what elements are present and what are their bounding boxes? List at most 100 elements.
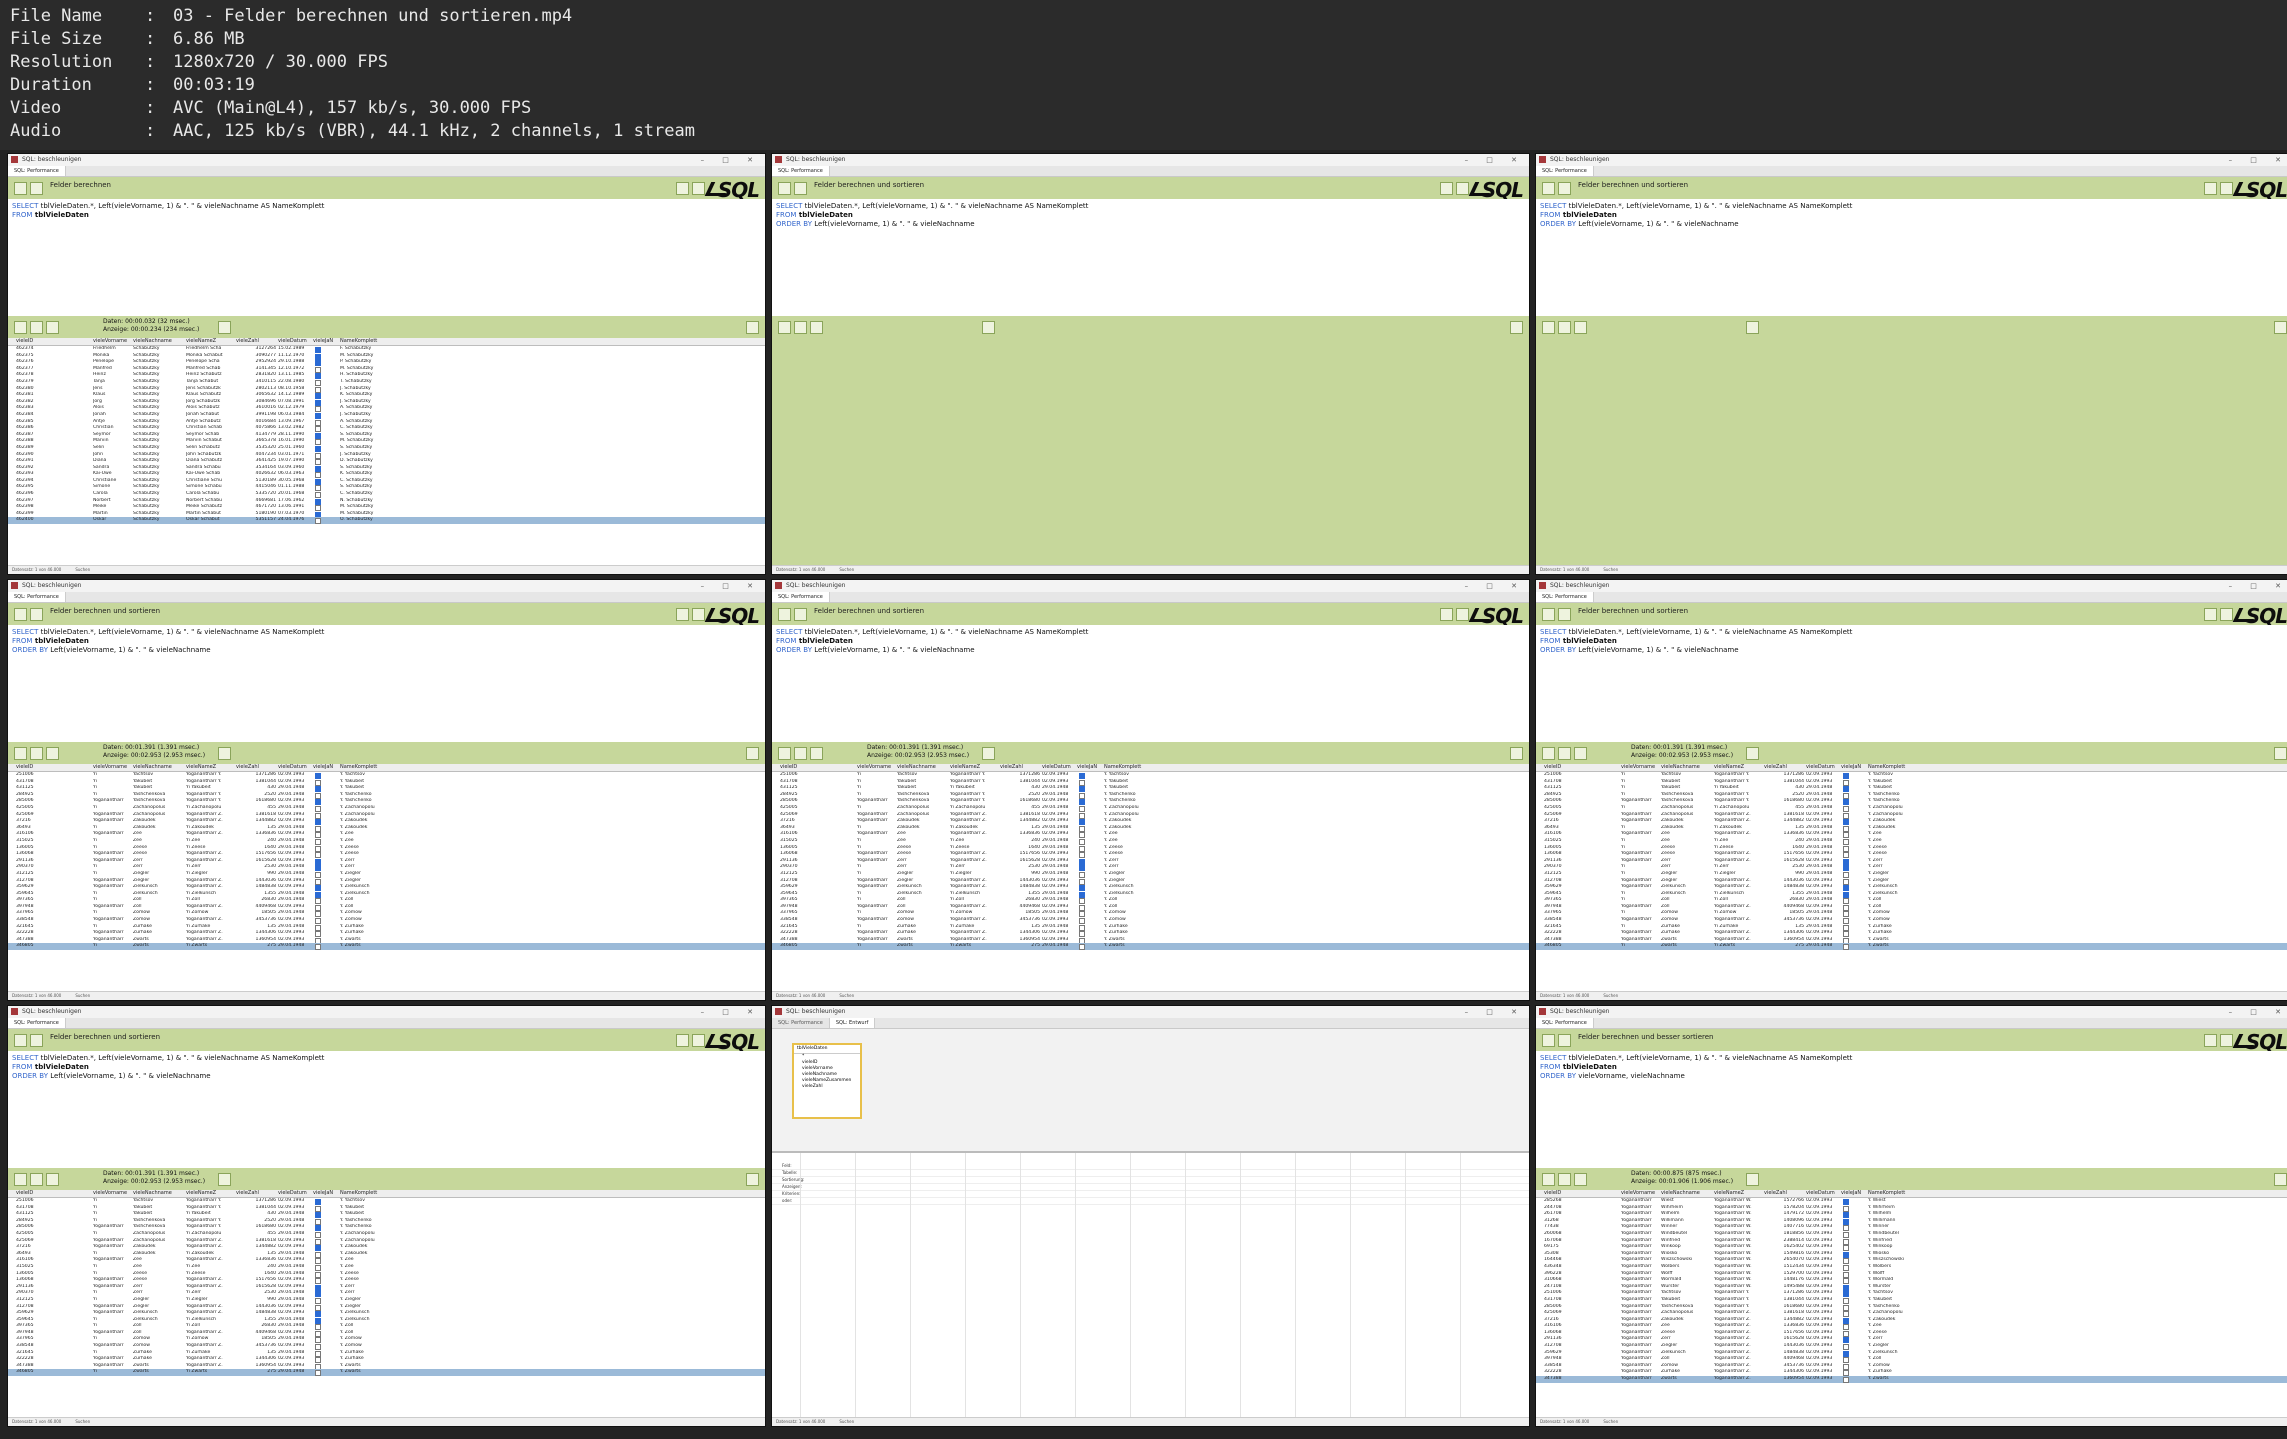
column-header[interactable]: NameKomplett (340, 338, 400, 345)
table-row[interactable]: 36493 Yi Zakoudek Yi Zakoudek 135 29.04.1948 Y… (1536, 825, 2287, 832)
table-row[interactable]: 312708 Yoganantharr Ziegler Yoganantharr Z.… (1536, 1343, 2287, 1351)
column-header[interactable]: vieleJaNein (1841, 764, 1861, 771)
tab-entwurf[interactable]: SQL: Entwurf (829, 1018, 876, 1028)
back-button[interactable] (2204, 1034, 2217, 1047)
sql-editor[interactable]: SELECT tblVieleDaten.*, Left(vieleVornam… (8, 199, 765, 325)
table-row[interactable]: 359629 Yoganantharr Zielkunsch Yoganantharr… (772, 884, 1529, 892)
column-header[interactable]: vieleJaNein (313, 338, 333, 345)
save-button[interactable] (1542, 608, 1555, 621)
column-header[interactable]: vieleJaNein (1841, 1190, 1861, 1197)
table-row[interactable]: 312125 Yi Ziegler Yi Ziegler 990 29.04.1948 Y.… (772, 871, 1529, 878)
table-row[interactable]: 322228 Yoganantharr Zurhake Yoganantharr Z.… (1536, 1369, 2287, 1377)
table-row[interactable]: 431708 Yi Yakubeit Yoganantharr Y. 1381044 02… (1536, 779, 2287, 786)
copy-button[interactable] (1542, 1173, 1555, 1186)
table-row[interactable]: 285006 Yoganantharr Yashchenkova Yoganantha… (1536, 798, 2287, 806)
table-row[interactable]: 37216 Yoganantharr Zakoudek Yoganantharr Z.… (1536, 1317, 2287, 1324)
back-button[interactable] (1440, 608, 1453, 621)
forward-button[interactable] (692, 182, 705, 195)
table-row[interactable]: 397365 Yi Zoll Yi Zoll 26830 29.04.1948 Y. Zol… (8, 897, 765, 905)
table-row[interactable]: 316106 Yoganantharr Zee Yoganantharr Z. 1336… (772, 831, 1529, 839)
save-button[interactable] (1542, 1034, 1555, 1047)
table-row[interactable]: 312708 Yoganantharr Ziegler Yoganantharr Z.… (8, 1304, 765, 1311)
design-grid-row[interactable]: Kriterien: (772, 1191, 1529, 1198)
table-row[interactable]: 347388 Yoganantharr Zwarts Yoganantharr Z. 1… (1536, 937, 2287, 944)
refresh-button[interactable] (2274, 321, 2287, 334)
window-controls[interactable]: – □ ✕ (701, 1006, 761, 1018)
column-header[interactable]: vieleVorname (93, 1190, 131, 1197)
tab-performance[interactable]: SQL: Performance (772, 592, 830, 602)
table-row[interactable]: 359629 Yoganantharr Zielkunsch Yoganantharr… (8, 884, 765, 892)
clear-button[interactable] (810, 747, 823, 760)
table-row[interactable]: 462379 Tanja Schabutzky Tanja Schabut 341011… (8, 379, 765, 386)
table-row[interactable]: 425005 Yi Zachanopolus Yi Zachanopolu 455 29.… (1536, 805, 2287, 812)
copy-button[interactable] (1542, 747, 1555, 760)
table-row[interactable]: 462384 Jonah Schabutzky Jonah Schabut 399119… (8, 412, 765, 419)
table-row[interactable]: 359629 Yoganantharr Zielkunsch Yoganantharr… (1536, 884, 2287, 892)
table-row[interactable]: 347388 Yoganantharr Zwarts Yoganantharr Z. 1… (8, 937, 765, 944)
table-row[interactable]: 346805 Yi Zwarts Yi Zwarts 275 29.04.1948 Y. Z… (1536, 943, 2287, 951)
table-row[interactable]: 462398 Meike Schabutzky Meike Schabutz 46717… (8, 504, 765, 512)
run-button[interactable] (1558, 1034, 1571, 1047)
export-button[interactable] (982, 321, 995, 334)
table-row[interactable]: 315025 Yi Zee Yi Zee 240 29.04.1948 Y. Zee (1536, 838, 2287, 845)
column-header[interactable]: vieleNachname (133, 338, 185, 345)
table-row[interactable]: 431708 Yi Yakubeit Yoganantharr Y. 1381044 02… (8, 779, 765, 786)
yes-no-checkbox[interactable] (315, 944, 321, 951)
table-row[interactable]: 462393 Kai-Uwe Schabutzky Kai-Uwe Schab 4026… (8, 471, 765, 479)
column-header[interactable]: vieleZahl (1000, 764, 1040, 771)
table-row[interactable]: 425005 Yi Zachanopolus Yi Zachanopolu 455 29.… (8, 805, 765, 812)
table-row[interactable]: 337965 Yi Zomow Yi Zomow 18505 29.04.1948 Y. Z… (1536, 910, 2287, 918)
column-header[interactable]: vieleNachname (133, 1190, 185, 1197)
table-row[interactable]: 322228 Yoganantharr Zurhake Yoganantharr Z.… (1536, 930, 2287, 938)
table-row[interactable]: 291136 Yoganantharr Zerr Yoganantharr Z. 161… (1536, 858, 2287, 865)
refresh-button[interactable] (746, 747, 759, 760)
table-row[interactable]: 164468 Yoganantharr Wiszschowski Yoganantha… (1536, 1257, 2287, 1265)
copy-button[interactable] (14, 321, 27, 334)
table-row[interactable]: 285006 Yoganantharr Yashchenkova Yoganantha… (8, 798, 765, 806)
design-grid-row[interactable]: Tabelle: (772, 1170, 1529, 1177)
back-button[interactable] (2204, 608, 2217, 621)
export-button[interactable] (1746, 747, 1759, 760)
column-header[interactable]: vieleID (1544, 764, 1620, 771)
paste-button[interactable] (794, 747, 807, 760)
table-row[interactable]: 37216 Yoganantharr Zakoudek Yoganantharr Z.… (772, 818, 1529, 826)
run-button[interactable] (30, 1034, 43, 1047)
table-row[interactable]: 462383 Alois Schabutzky Alois Schabutz 36100… (8, 405, 765, 413)
copy-button[interactable] (778, 747, 791, 760)
table-row[interactable]: 291136 Yoganantharr Zerr Yoganantharr Z. 161… (8, 1284, 765, 1291)
table-row[interactable]: 462395 Simone Schabutzky Simone Schabu 44150… (8, 484, 765, 492)
yes-no-checkbox[interactable] (315, 518, 321, 525)
table-row[interactable]: 462386 Christian Schabutzky Christian Schab… (8, 425, 765, 433)
table-row[interactable]: 285268 Yoganantharr Wiest Yoganantharr W. 15… (1536, 1198, 2287, 1205)
record-navigation-bar[interactable]: Datensatz: 1 von 46.000 Suchen (772, 1417, 1529, 1426)
table-row[interactable]: 312125 Yi Ziegler Yi Ziegler 990 29.04.1948 Y.… (8, 871, 765, 878)
table-row[interactable]: 316106 Yoganantharr Zee Yoganantharr Z. 1336… (1536, 831, 2287, 839)
table-row[interactable]: 425069 Yoganantharr Zachanopolus Yoganantha… (8, 1238, 765, 1245)
column-header[interactable]: vieleJaNein (313, 1190, 333, 1197)
save-button[interactable] (778, 608, 791, 621)
paste-button[interactable] (1558, 321, 1571, 334)
column-header[interactable]: vieleZahl (1764, 764, 1804, 771)
table-row[interactable]: 462377 Manfred Schabutzky Manfred Schab 3141… (8, 366, 765, 373)
back-button[interactable] (676, 1034, 689, 1047)
tab-performance[interactable]: SQL: Performance (772, 1018, 830, 1028)
sql-editor[interactable]: SELECT tblVieleDaten.*, Left(vieleVornam… (772, 625, 1529, 751)
table-row[interactable]: 338548 Yoganantharr Zomow Yoganantharr Z. 34… (1536, 1363, 2287, 1370)
column-header[interactable]: NameKomplett (1868, 1190, 1928, 1197)
table-row[interactable]: 338548 Yoganantharr Zomow Yoganantharr Z. 34… (8, 1343, 765, 1351)
table-row[interactable]: 431125 Yi Yakubeit Yi Yakubeit 430 29.04.1948… (772, 785, 1529, 793)
table-row[interactable]: 322228 Yoganantharr Zurhake Yoganantharr Z.… (8, 1356, 765, 1364)
record-navigation-bar[interactable]: Datensatz: 1 von 46.000 Suchen (8, 991, 765, 1000)
window-controls[interactable]: – □ ✕ (2229, 1006, 2287, 1018)
column-header[interactable]: vieleNachname (1661, 764, 1713, 771)
table-row[interactable]: 397365 Yi Zoll Yi Zoll 26830 29.04.1948 Y. Zol… (772, 897, 1529, 905)
table-row[interactable]: 462389 Selin Schabutzky Selin Schabutz 35353… (8, 445, 765, 452)
record-navigation-bar[interactable]: Datensatz: 1 von 46.000 Suchen (1536, 991, 2287, 1000)
sql-editor[interactable]: SELECT tblVieleDaten.*, Left(vieleVornam… (8, 1051, 765, 1177)
table-row[interactable]: 346805 Yi Zwarts Yi Zwarts 275 29.04.1948 Y. Z… (772, 943, 1529, 951)
column-header[interactable]: vieleNachname (1661, 1190, 1713, 1197)
forward-button[interactable] (692, 1034, 705, 1047)
table-row[interactable]: 462374 Friedhelm Schabutzky Friedhelm Scha 3… (8, 346, 765, 353)
table-row[interactable]: 315025 Yi Zee Yi Zee 240 29.04.1948 Y. Zee (8, 1264, 765, 1271)
clear-button[interactable] (810, 321, 823, 334)
